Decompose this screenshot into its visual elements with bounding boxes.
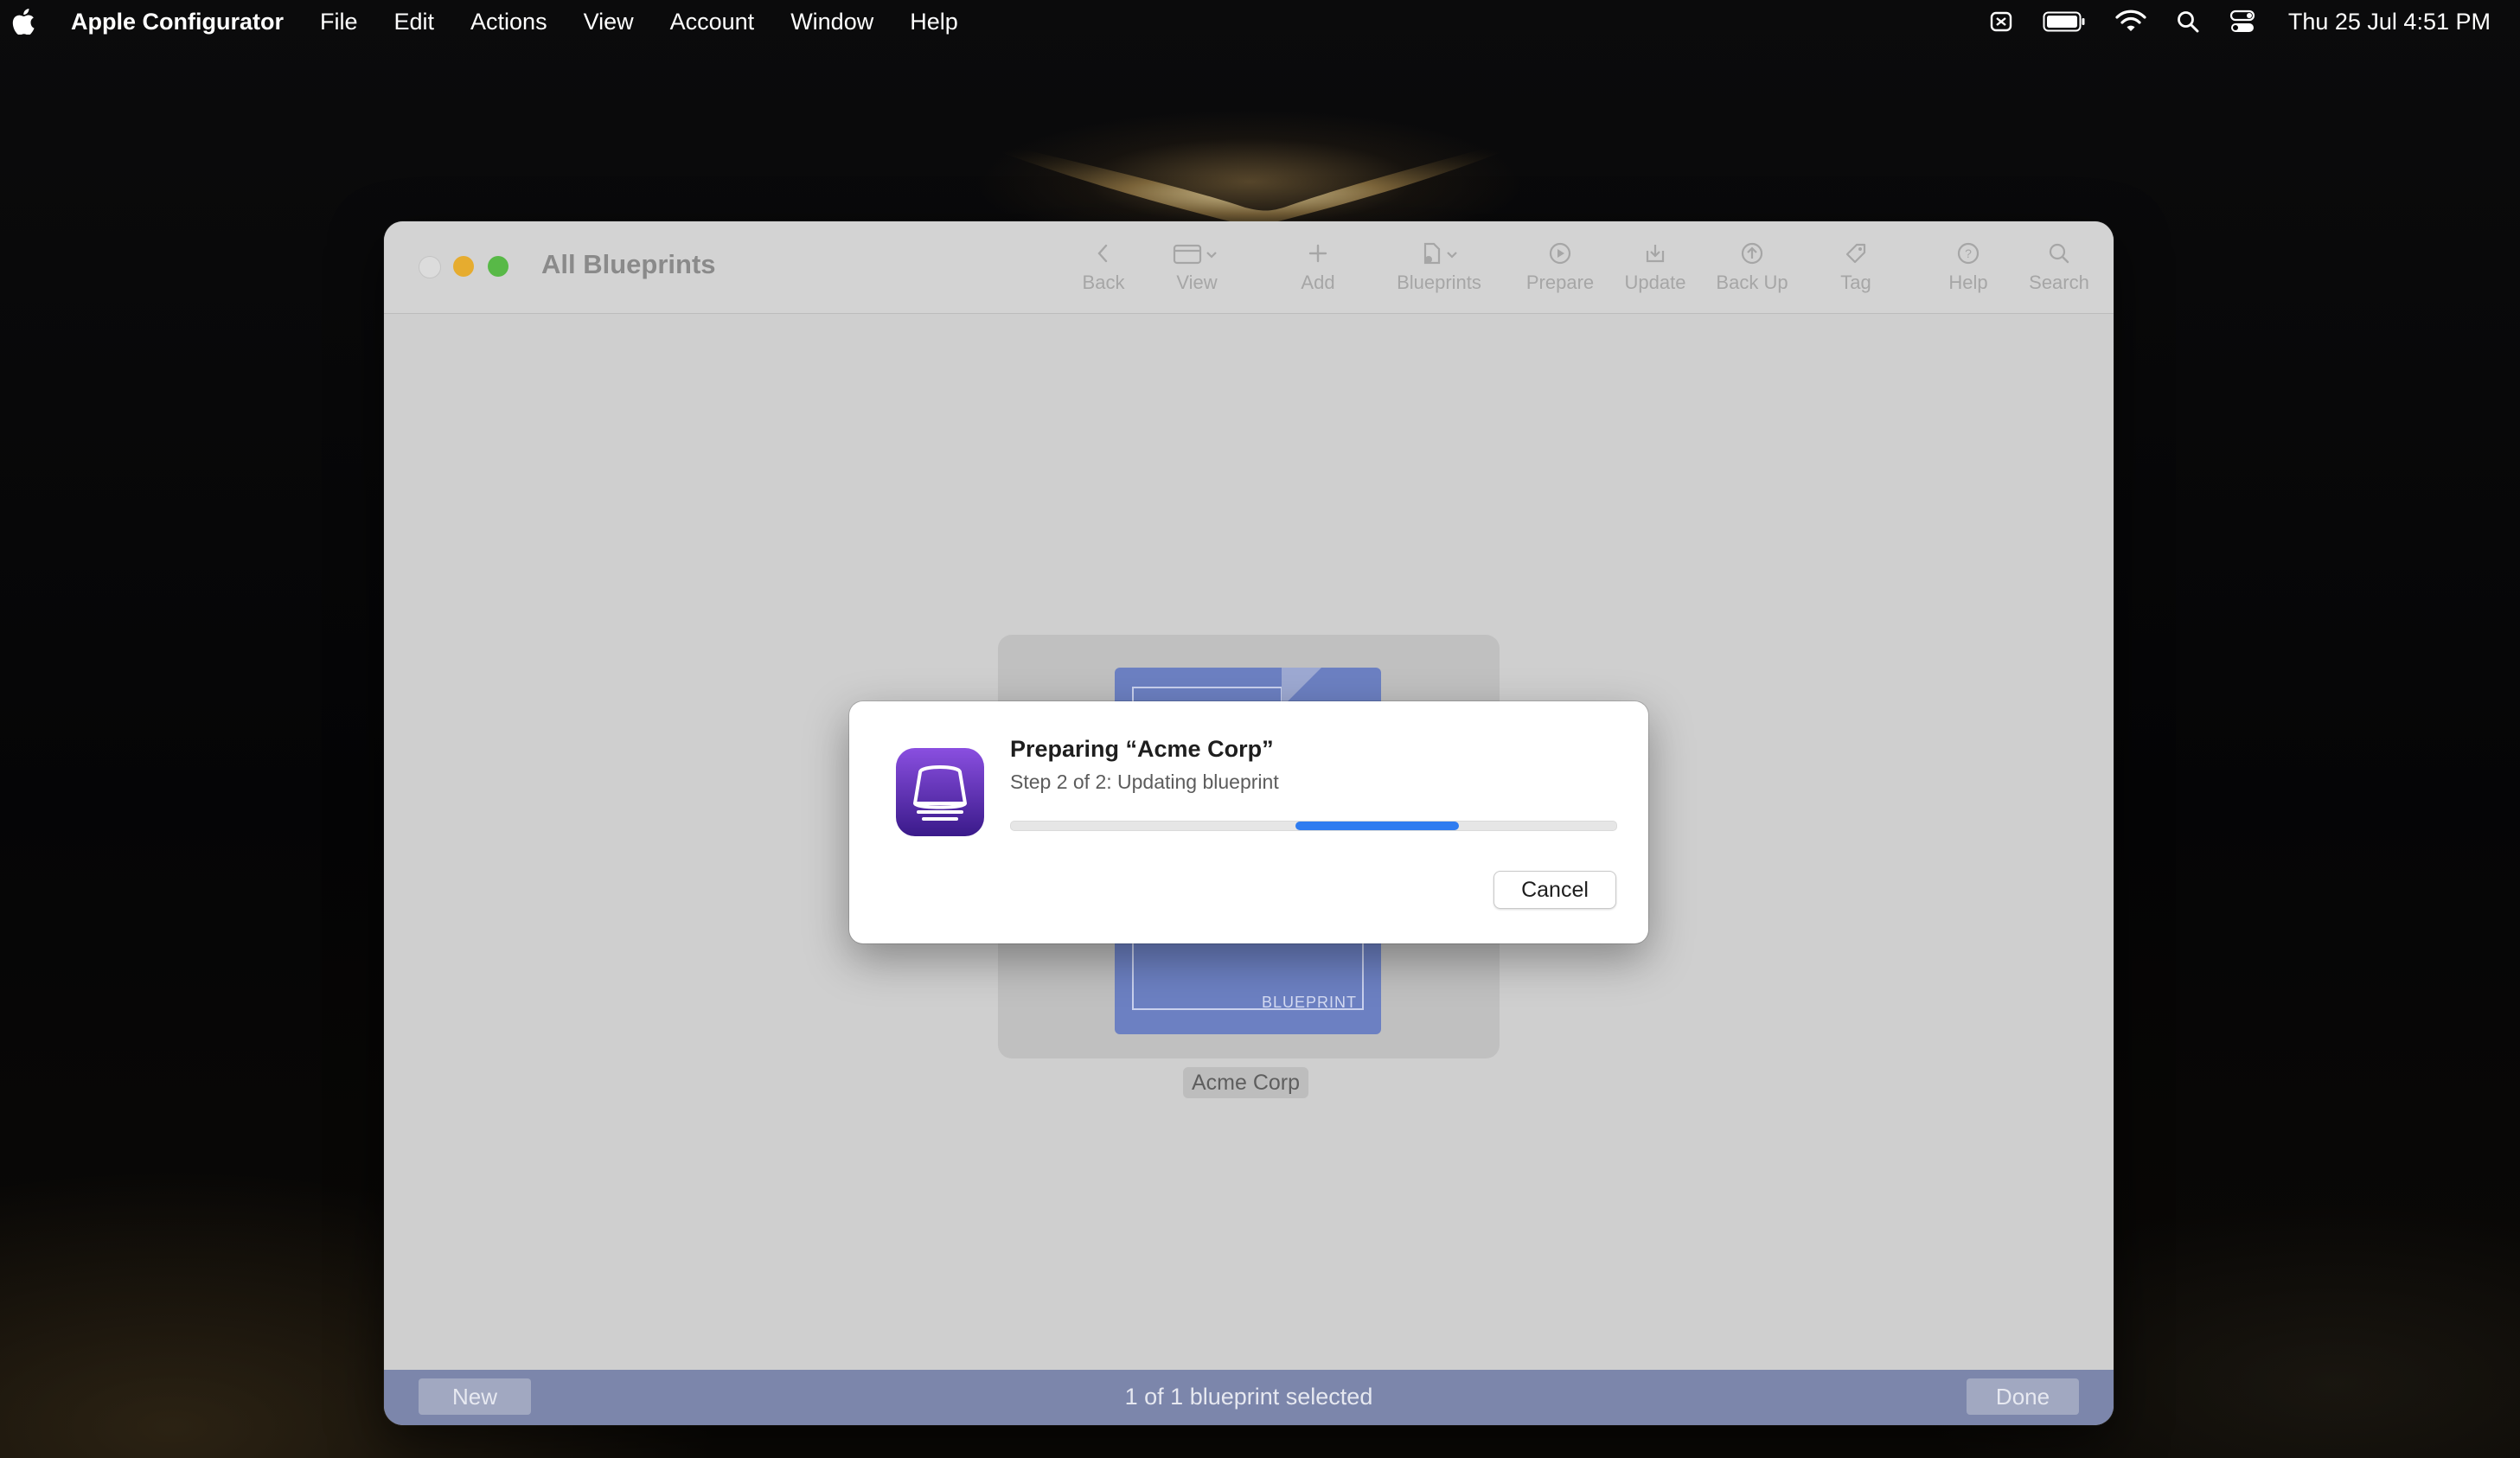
dialog-step-text: Step 2 of 2: Updating blueprint	[1010, 771, 1279, 793]
battery-icon[interactable]	[2043, 10, 2086, 33]
menu-view[interactable]: View	[584, 9, 634, 35]
spotlight-search-icon[interactable]	[2176, 10, 2200, 34]
toolbar-view-button[interactable]: View	[1162, 240, 1231, 294]
blueprint-name-label[interactable]: Acme Corp	[1183, 1067, 1309, 1098]
toolbar-back-up-button[interactable]: Back Up	[1709, 240, 1795, 294]
menu-file[interactable]: File	[320, 9, 358, 35]
menu-bar-clock[interactable]: Thu 25 Jul 4:51 PM	[2288, 9, 2491, 35]
menu-account[interactable]: Account	[670, 9, 755, 35]
apple-configurator-app-icon	[896, 748, 984, 836]
back-up-icon	[1741, 242, 1763, 265]
toolbar-prepare-label: Prepare	[1525, 272, 1595, 293]
svg-text:?: ?	[1965, 246, 1972, 260]
blueprint-label: BLUEPRINT	[1261, 994, 1357, 1011]
preparing-progress-dialog: Preparing “Acme Corp” Step 2 of 2: Updat…	[849, 701, 1648, 943]
toolbar-add-label: Add	[1301, 272, 1335, 293]
toolbar-prepare-button[interactable]: Prepare	[1517, 240, 1603, 294]
toolbar-back-button[interactable]: Back	[1069, 240, 1138, 294]
window-close-button[interactable]	[419, 256, 441, 278]
toolbar-update-button[interactable]: Update	[1612, 240, 1698, 294]
toolbar-add-button[interactable]: Add	[1283, 240, 1353, 294]
control-center-icon[interactable]	[2229, 10, 2255, 34]
dialog-title: Preparing “Acme Corp”	[1010, 736, 1274, 762]
menu-help[interactable]: Help	[910, 9, 958, 35]
menu-window[interactable]: Window	[790, 9, 873, 35]
view-options-icon	[1173, 244, 1217, 265]
toolbar-tag-button[interactable]: Tag	[1821, 240, 1890, 294]
toolbar-back-up-label: Back Up	[1716, 272, 1788, 293]
apple-logo-icon[interactable]	[12, 7, 36, 36]
wallpaper-moth-image	[943, 125, 1565, 223]
tag-icon	[1845, 243, 1866, 264]
menu-actions[interactable]: Actions	[470, 9, 547, 35]
window-toolbar: All Blueprints Back View Add Blueprints …	[384, 221, 2114, 314]
toolbar-blueprints-button[interactable]: Blueprints	[1387, 240, 1491, 294]
menu-edit[interactable]: Edit	[394, 9, 435, 35]
toolbar-back-label: Back	[1082, 272, 1125, 293]
toolbar-help-button[interactable]: ? Help	[1934, 240, 2003, 294]
help-icon: ?	[1957, 242, 1980, 265]
progress-bar	[1010, 821, 1617, 831]
prepare-icon	[1549, 242, 1571, 265]
menu-bar: Apple Configurator File Edit Actions Vie…	[0, 0, 2520, 43]
cancel-button[interactable]: Cancel	[1493, 871, 1616, 909]
blueprints-icon	[1423, 242, 1457, 265]
progress-bar-fill	[1295, 822, 1459, 830]
plus-icon	[1308, 244, 1327, 263]
window-title: All Blueprints	[541, 249, 716, 279]
update-icon	[1646, 245, 1665, 263]
toolbar-update-label: Update	[1624, 272, 1686, 293]
toolbar-blueprints-label: Blueprints	[1397, 272, 1481, 293]
toolbar-view-label: View	[1176, 272, 1218, 293]
window-bottom-bar: New 1 of 1 blueprint selected Done	[384, 1370, 2114, 1425]
window-zoom-button[interactable]	[488, 256, 508, 277]
toolbar-tag-label: Tag	[1840, 272, 1871, 293]
toolbar-search-button[interactable]: Search	[2020, 240, 2098, 294]
wifi-icon[interactable]	[2115, 10, 2146, 34]
window-minimize-button[interactable]	[453, 256, 474, 277]
menu-app-name[interactable]: Apple Configurator	[71, 9, 284, 35]
toolbar-search-label: Search	[2029, 272, 2089, 293]
toolbar-help-label: Help	[1948, 272, 1988, 293]
search-icon	[2049, 243, 2069, 264]
selection-status-text: 1 of 1 blueprint selected	[1124, 1384, 1373, 1410]
screen-mirroring-icon[interactable]	[1989, 10, 2013, 34]
chevron-left-icon	[1097, 244, 1108, 263]
done-button[interactable]: Done	[1967, 1378, 2079, 1415]
